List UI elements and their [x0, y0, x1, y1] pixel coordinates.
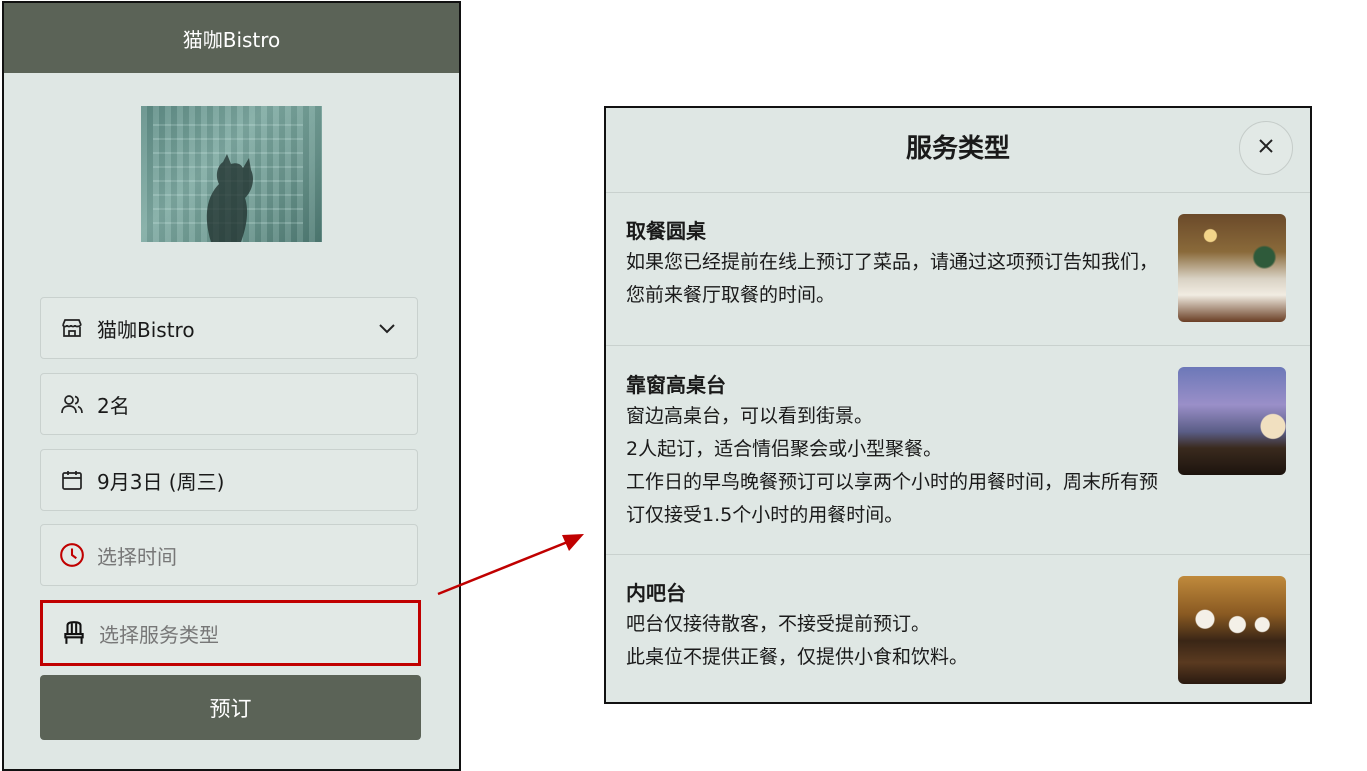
app-title: 猫咖Bistro: [182, 27, 281, 52]
option-description: 窗边高桌台，可以看到街景。 2人起订，适合情侣聚会或小型聚餐。 工作日的早鸟晚餐…: [626, 400, 1174, 532]
book-button-label: 预订: [209, 696, 252, 721]
option-image: [1178, 214, 1286, 322]
store-icon: [59, 315, 85, 341]
chevron-down-icon: [377, 318, 397, 338]
guests-field[interactable]: 2名: [40, 373, 418, 435]
divider: [606, 345, 1310, 346]
guests-value: 2名: [97, 393, 130, 418]
option-image: [1178, 576, 1286, 684]
restaurant-value: 猫咖Bistro: [97, 317, 195, 342]
close-button[interactable]: [1239, 121, 1293, 175]
option-line: 工作日的早鸟晚餐预订可以享两个小时的用餐时间，周末所有预订仅接受1.5个小时的用…: [626, 471, 1159, 526]
date-field[interactable]: 9月3日 (周三): [40, 449, 418, 511]
date-value: 9月3日 (周三): [97, 469, 225, 494]
chair-icon: [61, 620, 87, 646]
service-option-bar[interactable]: 内吧台 吧台仅接待散客，不接受提前预订。 此桌位不提供正餐，仅提供小食和饮料。: [626, 576, 1286, 684]
option-line: 窗边高桌台，可以看到街景。: [626, 405, 874, 427]
option-line: 此桌位不提供正餐，仅提供小食和饮料。: [626, 646, 969, 668]
close-icon: [1258, 138, 1274, 158]
booking-panel: 猫咖Bistro 猫咖Bistro 2名 9月3日 (周三) 选择时间 选择服务…: [2, 1, 461, 771]
option-description: 如果您已经提前在线上预订了菜品，请通过这项预订告知我们，您前来餐厅取餐的时间。: [626, 246, 1174, 312]
time-field[interactable]: 选择时间: [40, 524, 418, 586]
service-option-window[interactable]: 靠窗高桌台 窗边高桌台，可以看到街景。 2人起订，适合情侣聚会或小型聚餐。 工作…: [626, 367, 1286, 532]
service-type-placeholder: 选择服务类型: [99, 622, 219, 647]
app-header: 猫咖Bistro: [4, 3, 459, 73]
service-option-pickup[interactable]: 取餐圆桌 如果您已经提前在线上预订了菜品，请通过这项预订告知我们，您前来餐厅取餐…: [626, 214, 1286, 322]
service-type-field[interactable]: 选择服务类型: [40, 600, 421, 666]
hero-image: [141, 106, 322, 242]
clock-icon: [59, 542, 85, 568]
calendar-icon: [59, 467, 85, 493]
book-button[interactable]: 预订: [40, 675, 421, 740]
service-type-modal: 服务类型 取餐圆桌 如果您已经提前在线上预订了菜品，请通过这项预订告知我们，您前…: [604, 106, 1312, 704]
option-line: 如果您已经提前在线上预订了菜品，请通过这项预订告知我们，您前来餐厅取餐的时间。: [626, 251, 1159, 306]
restaurant-select[interactable]: 猫咖Bistro: [40, 297, 418, 359]
option-line: 2人起订，适合情侣聚会或小型聚餐。: [626, 438, 943, 460]
arrow-icon: [437, 534, 584, 596]
time-placeholder: 选择时间: [97, 544, 177, 569]
option-image: [1178, 367, 1286, 475]
option-description: 吧台仅接待散客，不接受提前预订。 此桌位不提供正餐，仅提供小食和饮料。: [626, 608, 1174, 674]
modal-title: 服务类型: [905, 134, 1010, 164]
option-line: 吧台仅接待散客，不接受提前预订。: [626, 613, 931, 635]
divider: [606, 554, 1310, 555]
divider: [606, 192, 1310, 193]
users-icon: [59, 391, 85, 417]
